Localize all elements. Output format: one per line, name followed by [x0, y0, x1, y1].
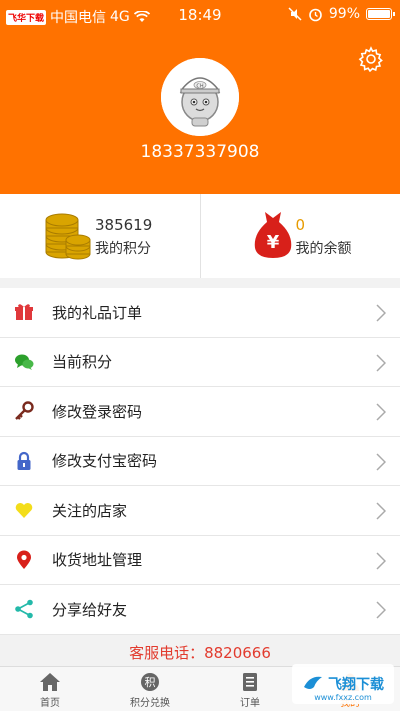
avatar[interactable]: CH: [161, 58, 239, 136]
menu-item-label: 我的礼品订单: [52, 303, 143, 322]
customer-service-hotline[interactable]: 客服电话：8820666: [0, 642, 400, 663]
chevron-right-icon: [376, 304, 386, 322]
money-bag-icon: ¥: [254, 212, 291, 258]
status-bar: 飞华下载 中国电信 4G 18:49 99%: [0, 0, 400, 30]
menu-item-address-management[interactable]: 收货地址管理: [0, 536, 400, 585]
profile-header: CH 18337337908: [0, 30, 400, 194]
yuan-glyph: ¥: [266, 232, 279, 253]
watermark-url: www.fxxz.com: [314, 693, 372, 702]
settings-gear-icon[interactable]: [358, 46, 384, 72]
tab-home[interactable]: 首页: [0, 667, 100, 711]
account-stats: 385619 我的积分 ¥ 0 我的余额: [0, 194, 400, 278]
balance-value: 0: [295, 216, 306, 234]
tab-points-exchange[interactable]: 积 积分兑换: [100, 667, 200, 711]
chat-bubbles-icon: [14, 352, 34, 372]
location-pin-icon: [14, 550, 34, 570]
menu-item-label: 收货地址管理: [52, 551, 143, 570]
points-value: 385619: [95, 216, 153, 234]
watermark-title: 飞翔下载: [328, 677, 384, 693]
menu-item-gift-orders[interactable]: 我的礼品订单: [0, 288, 400, 338]
chevron-right-icon: [376, 452, 386, 471]
menu-item-share-friends[interactable]: 分享给好友: [0, 585, 400, 635]
menu-item-change-login-password[interactable]: 修改登录密码: [0, 387, 400, 437]
chevron-right-icon: [376, 403, 386, 421]
coin-stack-icon: [45, 213, 91, 260]
tab-label: 订单: [240, 698, 260, 709]
menu-item-current-points[interactable]: 当前积分: [0, 338, 400, 387]
points-card[interactable]: 385619 我的积分: [0, 194, 200, 278]
tab-label: 首页: [40, 698, 60, 709]
chevron-right-icon: [376, 551, 386, 570]
menu-item-label: 当前积分: [52, 353, 113, 372]
user-phone-number: 18337337908: [140, 142, 260, 162]
points-label: 我的积分: [95, 241, 151, 257]
points-exchange-icon: 积: [141, 673, 159, 691]
menu-item-label: 修改登录密码: [52, 402, 143, 421]
mute-icon: [288, 7, 302, 21]
home-icon: [40, 673, 60, 691]
avatar-cap-label: CH: [196, 84, 203, 90]
settings-menu: 我的礼品订单 当前积分 修改登录密码 修改支付宝密码 关注的店家 收货地址管理: [0, 288, 400, 635]
menu-item-followed-shops[interactable]: 关注的店家: [0, 486, 400, 536]
menu-item-label: 关注的店家: [52, 501, 128, 520]
tab-label: 积分兑换: [130, 698, 170, 709]
battery-percent: 99%: [328, 6, 360, 22]
watermark-logo: 飞翔下载 www.fxxz.com: [292, 664, 394, 704]
menu-item-label: 分享给好友: [52, 600, 128, 619]
battery-icon: [366, 8, 395, 20]
orders-icon: [243, 673, 257, 691]
chevron-right-icon: [376, 601, 386, 619]
alarm-icon: [309, 8, 322, 21]
gift-icon: [14, 302, 34, 322]
avatar-character-icon: CH: [161, 58, 239, 136]
watermark-bird-icon: [304, 676, 322, 689]
key-icon: [14, 401, 34, 421]
menu-item-change-alipay-password[interactable]: 修改支付宝密码: [0, 437, 400, 486]
status-right: 99%: [288, 6, 395, 22]
chevron-right-icon: [376, 502, 386, 520]
share-icon: [14, 599, 34, 619]
heart-icon: [14, 500, 34, 520]
points-exchange-glyph: 积: [145, 676, 156, 689]
balance-label: 我的余额: [295, 241, 352, 257]
tab-orders[interactable]: 订单: [200, 667, 300, 711]
balance-card[interactable]: ¥ 0 我的余额: [199, 194, 400, 278]
menu-item-label: 修改支付宝密码: [52, 452, 158, 471]
lock-icon: [14, 451, 34, 471]
chevron-right-icon: [376, 353, 386, 372]
